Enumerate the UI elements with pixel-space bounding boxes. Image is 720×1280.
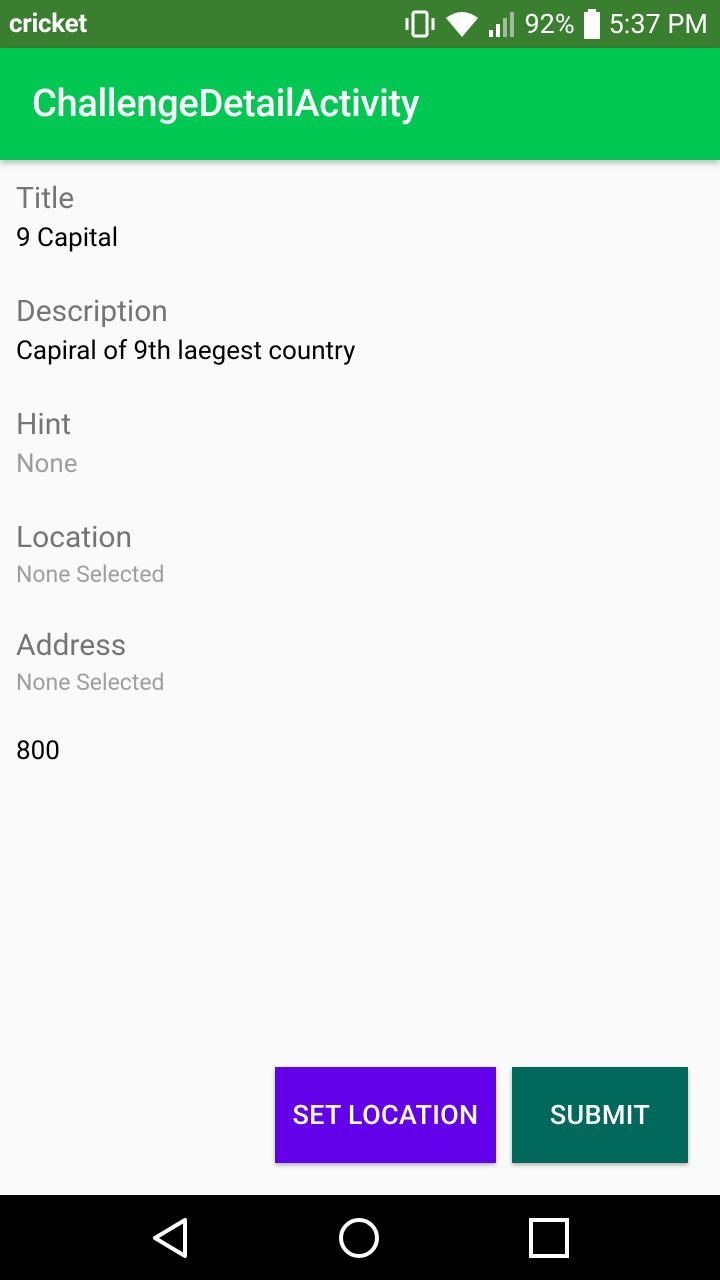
app-bar: ChallengeDetailActivity	[0, 48, 720, 160]
navigation-bar	[0, 1195, 720, 1280]
description-field: Description Capiral of 9th laegest count…	[16, 294, 355, 366]
description-value: Capiral of 9th laegest country	[16, 336, 356, 366]
submit-button[interactable]: SUBMIT	[512, 1067, 688, 1163]
battery-percent: 92%	[524, 8, 575, 40]
set-location-button[interactable]: SET LOCATION	[275, 1067, 496, 1163]
title-value: 9 Capital	[16, 223, 119, 253]
status-bar: cricket 92% 5:37 PM	[0, 0, 720, 48]
vibrate-icon	[403, 10, 437, 38]
points-value: 800	[16, 736, 60, 766]
address-value: None Selected	[16, 669, 165, 696]
recents-icon	[529, 1217, 569, 1258]
location-field: Location None Selected	[16, 520, 165, 590]
title-field: Title 9 Capital	[16, 181, 118, 253]
hint-field: Hint None	[16, 407, 78, 479]
description-label: Description	[16, 294, 168, 329]
home-icon	[339, 1217, 379, 1258]
back-button[interactable]	[110, 1195, 230, 1280]
status-icons: 92% 5:37 PM	[403, 8, 708, 40]
hint-value: None	[16, 449, 78, 479]
hint-label: Hint	[16, 407, 72, 442]
back-icon	[153, 1217, 187, 1258]
clock: 5:37 PM	[608, 8, 708, 40]
signal-icon	[487, 10, 517, 38]
battery-icon	[583, 9, 601, 39]
recents-button[interactable]	[489, 1195, 609, 1280]
wifi-icon	[445, 10, 479, 38]
address-label: Address	[16, 628, 127, 663]
location-label: Location	[16, 520, 133, 555]
home-button[interactable]	[299, 1195, 419, 1280]
location-value: None Selected	[16, 561, 165, 588]
page-title: ChallengeDetailActivity	[32, 82, 420, 126]
title-label: Title	[16, 181, 75, 216]
address-field: Address None Selected	[16, 628, 165, 698]
carrier-name: cricket	[9, 9, 87, 39]
